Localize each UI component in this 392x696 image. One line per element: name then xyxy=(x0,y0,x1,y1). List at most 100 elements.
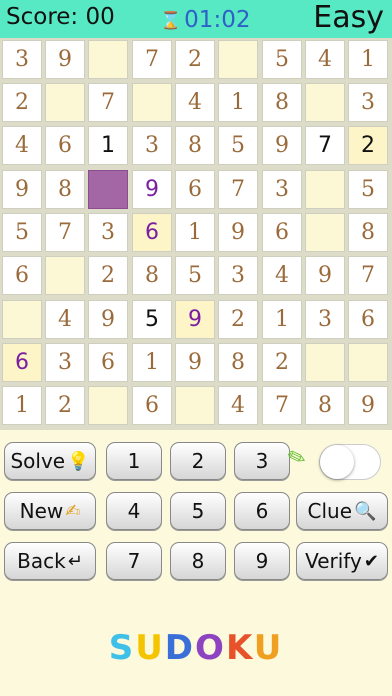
sudoku-cell[interactable]: 6 xyxy=(175,170,215,209)
sudoku-cell[interactable]: 9 xyxy=(262,126,302,165)
sudoku-cell[interactable]: 9 xyxy=(132,170,172,209)
sudoku-cell[interactable]: 1 xyxy=(262,300,302,339)
sudoku-cell[interactable] xyxy=(305,343,345,382)
sudoku-cell[interactable]: 5 xyxy=(218,126,258,165)
sudoku-cell[interactable]: 2 xyxy=(2,83,42,122)
digit-label: 2 xyxy=(191,449,205,473)
sudoku-cell[interactable]: 8 xyxy=(348,213,388,252)
sudoku-cell[interactable] xyxy=(88,170,128,209)
sudoku-cell[interactable]: 1 xyxy=(218,83,258,122)
clue-button[interactable]: Clue 🔍 xyxy=(296,492,388,530)
sudoku-cell[interactable]: 9 xyxy=(218,213,258,252)
sudoku-cell[interactable]: 9 xyxy=(88,300,128,339)
sudoku-cell[interactable] xyxy=(88,40,128,79)
sudoku-cell[interactable]: 9 xyxy=(2,170,42,209)
back-button[interactable]: Back ↵ xyxy=(4,542,96,580)
sudoku-cell[interactable]: 6 xyxy=(132,386,172,425)
sudoku-cell[interactable] xyxy=(2,300,42,339)
sudoku-cell[interactable] xyxy=(305,83,345,122)
sudoku-cell[interactable]: 4 xyxy=(305,40,345,79)
sudoku-cell[interactable]: 6 xyxy=(2,343,42,382)
sudoku-cell[interactable]: 3 xyxy=(2,40,42,79)
sudoku-cell[interactable]: 3 xyxy=(132,126,172,165)
sudoku-cell[interactable] xyxy=(88,386,128,425)
sudoku-cell[interactable]: 8 xyxy=(305,386,345,425)
sudoku-cell[interactable]: 9 xyxy=(45,40,85,79)
sudoku-cell[interactable]: 7 xyxy=(305,126,345,165)
sudoku-cell[interactable]: 5 xyxy=(262,40,302,79)
sudoku-cell[interactable]: 1 xyxy=(88,126,128,165)
sudoku-cell[interactable]: 7 xyxy=(45,213,85,252)
sudoku-cell[interactable] xyxy=(305,213,345,252)
sudoku-cell[interactable]: 1 xyxy=(2,386,42,425)
sudoku-cell[interactable]: 9 xyxy=(305,256,345,295)
difficulty-label[interactable]: Easy xyxy=(313,0,384,35)
sudoku-cell[interactable] xyxy=(305,170,345,209)
digit-button-6[interactable]: 6 xyxy=(234,492,290,530)
sudoku-cell[interactable]: 4 xyxy=(45,300,85,339)
sudoku-cell[interactable]: 1 xyxy=(175,213,215,252)
sudoku-cell[interactable]: 4 xyxy=(262,256,302,295)
sudoku-cell[interactable]: 3 xyxy=(45,343,85,382)
digit-button-7[interactable]: 7 xyxy=(106,542,162,580)
verify-button-label: Verify xyxy=(305,549,362,573)
sudoku-cell[interactable]: 7 xyxy=(262,386,302,425)
sudoku-cell[interactable] xyxy=(175,386,215,425)
sudoku-cell[interactable]: 2 xyxy=(348,126,388,165)
sudoku-cell[interactable]: 4 xyxy=(218,386,258,425)
score-label: Score: 00 xyxy=(6,4,115,30)
digit-button-4[interactable]: 4 xyxy=(106,492,162,530)
sudoku-cell[interactable]: 3 xyxy=(262,170,302,209)
sudoku-cell[interactable]: 6 xyxy=(262,213,302,252)
sudoku-cell[interactable] xyxy=(132,83,172,122)
sudoku-cell[interactable]: 7 xyxy=(348,256,388,295)
solve-button[interactable]: Solve 💡 xyxy=(4,442,96,480)
sudoku-cell[interactable]: 6 xyxy=(45,126,85,165)
sudoku-cell[interactable]: 8 xyxy=(175,126,215,165)
sudoku-cell[interactable]: 8 xyxy=(262,83,302,122)
digit-button-2[interactable]: 2 xyxy=(170,442,226,480)
sudoku-cell[interactable]: 9 xyxy=(175,343,215,382)
sudoku-cell[interactable]: 6 xyxy=(132,213,172,252)
digit-button-8[interactable]: 8 xyxy=(170,542,226,580)
sudoku-cell[interactable]: 5 xyxy=(175,256,215,295)
sudoku-cell[interactable]: 2 xyxy=(45,386,85,425)
sudoku-cell[interactable]: 8 xyxy=(132,256,172,295)
sudoku-cell[interactable]: 7 xyxy=(88,83,128,122)
new-game-button[interactable]: New ✍ xyxy=(4,492,96,530)
sudoku-cell[interactable]: 3 xyxy=(305,300,345,339)
sudoku-cell[interactable] xyxy=(45,83,85,122)
sudoku-cell[interactable]: 4 xyxy=(175,83,215,122)
sudoku-cell[interactable]: 8 xyxy=(45,170,85,209)
digit-button-3[interactable]: 3 xyxy=(234,442,290,480)
sudoku-cell[interactable]: 5 xyxy=(348,170,388,209)
sudoku-cell[interactable]: 2 xyxy=(175,40,215,79)
sudoku-cell[interactable]: 8 xyxy=(218,343,258,382)
sudoku-cell[interactable] xyxy=(218,40,258,79)
pencil-mode-toggle[interactable] xyxy=(319,444,381,480)
sudoku-cell[interactable]: 6 xyxy=(88,343,128,382)
sudoku-cell[interactable]: 2 xyxy=(262,343,302,382)
sudoku-cell[interactable]: 5 xyxy=(2,213,42,252)
sudoku-cell[interactable]: 6 xyxy=(2,256,42,295)
sudoku-cell[interactable]: 3 xyxy=(218,256,258,295)
sudoku-cell[interactable]: 2 xyxy=(88,256,128,295)
sudoku-cell[interactable]: 9 xyxy=(175,300,215,339)
sudoku-cell[interactable]: 2 xyxy=(218,300,258,339)
sudoku-cell[interactable] xyxy=(348,343,388,382)
verify-button[interactable]: Verify ✔ xyxy=(296,542,388,580)
digit-button-5[interactable]: 5 xyxy=(170,492,226,530)
sudoku-cell[interactable] xyxy=(45,256,85,295)
sudoku-cell[interactable]: 5 xyxy=(132,300,172,339)
sudoku-cell[interactable]: 3 xyxy=(88,213,128,252)
sudoku-cell[interactable]: 7 xyxy=(218,170,258,209)
sudoku-cell[interactable]: 6 xyxy=(348,300,388,339)
digit-button-1[interactable]: 1 xyxy=(106,442,162,480)
digit-button-9[interactable]: 9 xyxy=(234,542,290,580)
sudoku-cell[interactable]: 3 xyxy=(348,83,388,122)
sudoku-cell[interactable]: 1 xyxy=(348,40,388,79)
sudoku-cell[interactable]: 1 xyxy=(132,343,172,382)
sudoku-cell[interactable]: 7 xyxy=(132,40,172,79)
sudoku-cell[interactable]: 4 xyxy=(2,126,42,165)
sudoku-cell[interactable]: 9 xyxy=(348,386,388,425)
